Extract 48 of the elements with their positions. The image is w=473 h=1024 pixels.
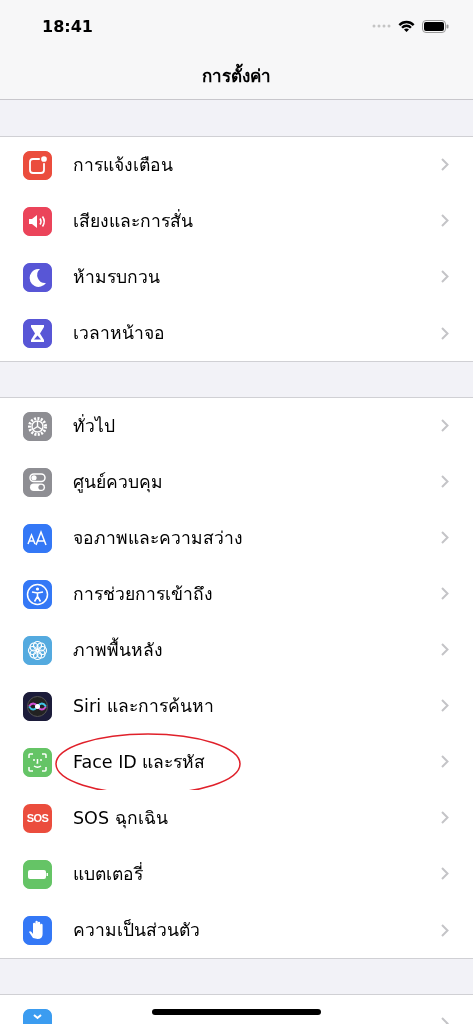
status-time: 18:41 <box>42 16 94 36</box>
chevron-icon <box>441 419 449 432</box>
chevron-icon <box>441 158 449 171</box>
chevron-icon <box>441 475 449 488</box>
chevron-icon <box>441 643 449 656</box>
settings-row[interactable]: เสียงและการสั่น <box>0 193 473 249</box>
settings-row[interactable]: จอภาพและความสว่าง <box>0 510 473 566</box>
chevron-icon <box>441 326 449 340</box>
settings-row[interactable]: ห้ามรบกวน <box>0 249 473 305</box>
settings-row[interactable]: Siri และการค้นหา <box>0 678 473 734</box>
settings-row[interactable]: SOS SOS ฉุกเฉิน <box>0 790 473 846</box>
chevron-icon <box>441 587 449 600</box>
chevron-icon <box>441 811 449 824</box>
row-label: SOS ฉุกเฉิน <box>73 806 169 831</box>
row-label: Face ID และรหัส <box>73 750 207 774</box>
row-label: ความเป็นส่วนตัว <box>73 918 201 942</box>
screen-title: การตั้งค่า <box>202 62 271 89</box>
row-label: การแจ้งเตือน <box>73 153 174 177</box>
settings-row[interactable]: การแจ้งเตือน <box>0 137 473 193</box>
row-label: ทั่วไป <box>73 413 116 438</box>
sos-icon: SOS <box>23 803 52 833</box>
chevron-icon <box>441 923 449 937</box>
battery-icon <box>422 19 449 33</box>
chevron-icon <box>441 531 449 544</box>
row-label: Siri และการค้นหา <box>73 694 215 718</box>
settings-row[interactable]: ทั่วไป <box>0 398 473 454</box>
signal-icon <box>372 24 392 28</box>
row-label: การช่วยการเข้าถึง <box>73 582 214 606</box>
chevron-icon <box>441 867 449 880</box>
row-label: เสียงและการสั่น <box>73 208 194 233</box>
row-label: จอภาพและความสว่าง <box>73 526 244 550</box>
row-label: แบตเตอรี่ <box>73 861 144 886</box>
wifi-icon <box>398 20 415 32</box>
settings-row[interactable]: ภาพพื้นหลัง <box>0 622 473 678</box>
settings-row[interactable]: การช่วยการเข้าถึง <box>0 566 473 622</box>
settings-row[interactable]: เวลาหน้าจอ <box>0 305 473 361</box>
settings-row[interactable]: ศูนย์ควบคุม <box>0 454 473 510</box>
row-label: เวลาหน้าจอ <box>73 322 166 345</box>
chevron-icon <box>441 755 449 768</box>
row-label: ภาพพื้นหลัง <box>73 636 164 662</box>
chevron-icon <box>441 699 449 712</box>
settings-row[interactable]: ความเป็นส่วนตัว <box>0 902 473 958</box>
chevron-icon <box>441 270 449 283</box>
settings-row[interactable]: แบตเตอรี่ <box>0 846 473 902</box>
chevron-icon <box>441 214 449 227</box>
row-label: ห้ามรบกวน <box>73 265 161 289</box>
row-label: ศูนย์ควบคุม <box>73 470 164 495</box>
settings-row[interactable]: Face ID และรหัส <box>0 734 473 790</box>
